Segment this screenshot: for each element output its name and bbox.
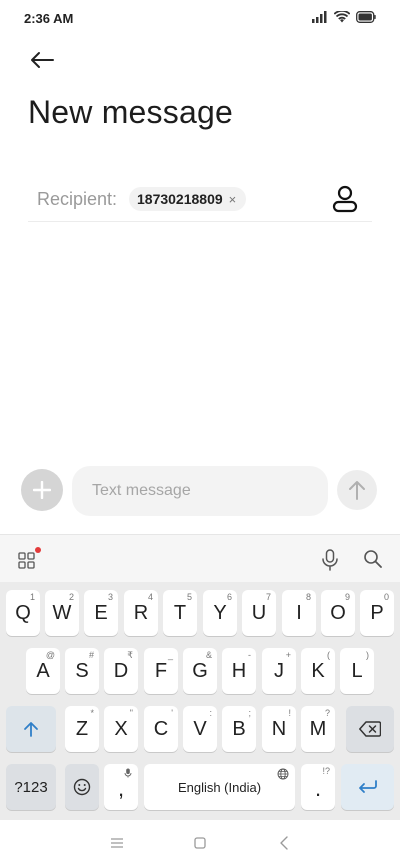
- back-chevron-icon: [280, 836, 288, 850]
- status-bar: 2:36 AM: [0, 0, 400, 36]
- wifi-icon: [334, 11, 350, 23]
- send-button[interactable]: [337, 470, 377, 510]
- keyboard: Q1 W2 E3 R4 T5 Y6 U7 I8 O9 P0 A @ S # D ₹ F…: [0, 534, 400, 820]
- home-square-icon: [194, 837, 206, 849]
- system-nav-bar: [0, 820, 400, 866]
- key-m[interactable]: M?: [301, 706, 335, 752]
- attach-button[interactable]: [21, 469, 63, 511]
- key-x[interactable]: X ": [104, 706, 138, 752]
- period-key[interactable]: . !?: [301, 764, 335, 810]
- key-q[interactable]: Q1: [6, 590, 40, 636]
- key-n[interactable]: N!: [262, 706, 296, 752]
- key-l[interactable]: L): [340, 648, 374, 694]
- home-button[interactable]: [191, 834, 209, 852]
- mic-hint-icon: [124, 768, 132, 778]
- key-j[interactable]: J +: [262, 648, 296, 694]
- recipient-chip-number: 18730218809: [137, 191, 223, 207]
- key-i[interactable]: I8: [282, 590, 316, 636]
- chip-close-icon[interactable]: ×: [229, 192, 237, 207]
- key-v[interactable]: V:: [183, 706, 217, 752]
- apps-grid-icon: [18, 552, 35, 569]
- key-e[interactable]: E3: [84, 590, 118, 636]
- key-b[interactable]: B;: [222, 706, 256, 752]
- comma-key[interactable]: ,: [104, 764, 138, 810]
- recipient-label: Recipient:: [37, 189, 118, 209]
- emoji-key[interactable]: [65, 764, 99, 810]
- key-c[interactable]: C ': [144, 706, 178, 752]
- notification-dot: [35, 547, 41, 553]
- shift-key[interactable]: [6, 706, 56, 752]
- plus-icon: [33, 481, 51, 499]
- key-d[interactable]: D ₹: [104, 648, 138, 694]
- key-f[interactable]: F _: [144, 648, 178, 694]
- arrow-up-icon: [349, 481, 365, 500]
- key-h[interactable]: H-: [222, 648, 256, 694]
- backspace-icon: [359, 721, 381, 737]
- enter-key[interactable]: [341, 764, 394, 810]
- contact-picker-button[interactable]: [332, 185, 358, 213]
- keyboard-keys: Q1 W2 E3 R4 T5 Y6 U7 I8 O9 P0 A @ S # D ₹ F…: [0, 582, 400, 820]
- keyboard-apps-button[interactable]: [18, 547, 41, 571]
- battery-icon: [356, 11, 376, 23]
- key-p[interactable]: P0: [360, 590, 394, 636]
- back-button[interactable]: [26, 46, 58, 74]
- symbols-key[interactable]: ?123: [6, 764, 56, 810]
- key-w[interactable]: W2: [45, 590, 79, 636]
- key-g[interactable]: G &: [183, 648, 217, 694]
- shift-arrow-icon: [24, 722, 38, 737]
- message-input[interactable]: [72, 466, 328, 516]
- recipient-chip[interactable]: 18730218809 ×: [129, 187, 247, 211]
- page-title: New message: [28, 94, 233, 130]
- menu-icon: [111, 838, 123, 848]
- key-o[interactable]: O9: [321, 590, 355, 636]
- search-icon: [364, 550, 382, 568]
- backspace-key[interactable]: [346, 706, 394, 752]
- back-nav-button[interactable]: [275, 834, 293, 852]
- status-icons: [312, 11, 376, 23]
- emoji-icon: [73, 778, 91, 796]
- key-k[interactable]: K(: [301, 648, 335, 694]
- key-r[interactable]: R4: [124, 590, 158, 636]
- enter-arrow-icon: [358, 780, 377, 793]
- person-icon: [332, 185, 358, 213]
- recipient-row: Recipient: 18730218809 ×: [28, 178, 372, 222]
- key-u[interactable]: U7: [242, 590, 276, 636]
- recent-apps-button[interactable]: [108, 834, 126, 852]
- keyboard-search-button[interactable]: [363, 549, 385, 571]
- key-t[interactable]: T5: [163, 590, 197, 636]
- key-y[interactable]: Y6: [203, 590, 237, 636]
- keyboard-mic-button[interactable]: [321, 549, 341, 571]
- microphone-icon: [322, 549, 338, 571]
- key-s[interactable]: S #: [65, 648, 99, 694]
- signal-icon: [312, 11, 327, 23]
- keyboard-toolbar: [0, 534, 400, 582]
- space-key[interactable]: English (India): [144, 764, 295, 810]
- key-z[interactable]: Z *: [65, 706, 99, 752]
- key-a[interactable]: A @: [26, 648, 60, 694]
- status-time: 2:36 AM: [24, 11, 74, 26]
- globe-icon: [277, 768, 289, 780]
- arrow-left-icon: [31, 52, 54, 68]
